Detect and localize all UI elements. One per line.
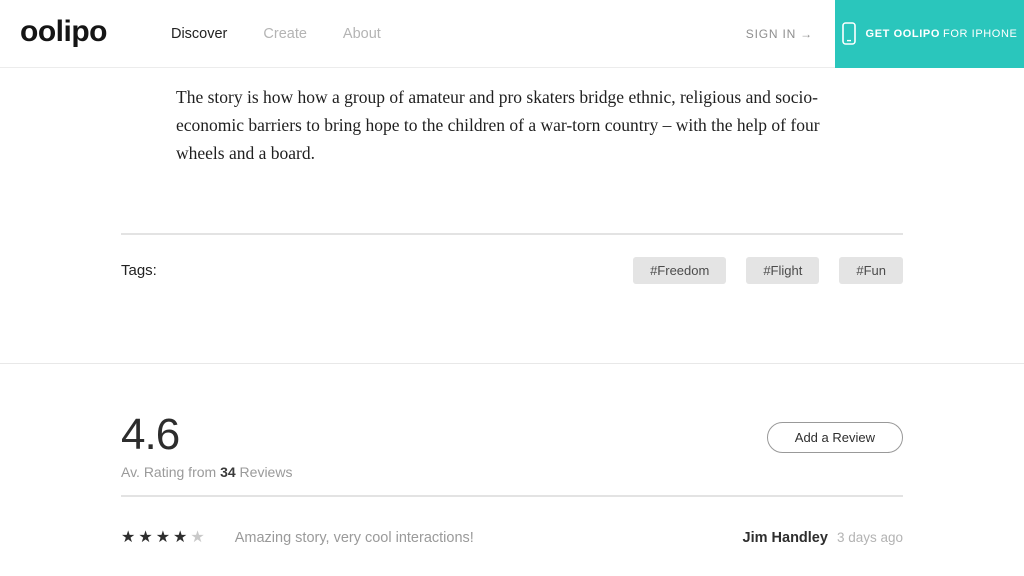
get-oolipo-button[interactable]: GET OOLIPOFOR IPHONE — [835, 0, 1024, 68]
sign-in-link[interactable]: SIGN IN → — [746, 27, 813, 41]
nav-item-about[interactable]: About — [343, 26, 381, 42]
average-rating: 4.6 — [121, 412, 292, 458]
review-row: ★★★★★Amazing story, very cool interactio… — [121, 530, 903, 546]
review-author: Jim Handley — [743, 530, 828, 546]
story-section: The story is how how a group of amateur … — [0, 68, 1024, 363]
reviews-divider — [121, 495, 903, 497]
cta-label: GET OOLIPOFOR IPHONE — [866, 28, 1018, 40]
tags-divider — [121, 233, 903, 235]
tag-pill[interactable]: #Flight — [746, 257, 819, 284]
iphone-icon — [842, 22, 856, 45]
star-filled-icon: ★ — [138, 529, 155, 546]
top-header: oolipo Discover Create About SIGN IN → GET… — [0, 0, 1024, 68]
add-review-button[interactable]: Add a Review — [767, 422, 903, 453]
review-list: ★★★★★Amazing story, very cool interactio… — [121, 530, 903, 546]
nav-item-discover[interactable]: Discover — [171, 26, 227, 42]
main-nav: Discover Create About — [171, 26, 381, 42]
star-filled-icon: ★ — [173, 529, 190, 546]
star-filled-icon: ★ — [121, 529, 138, 546]
nav-item-create[interactable]: Create — [263, 26, 307, 42]
review-time: 3 days ago — [837, 530, 903, 545]
reviews-section: 4.6 Av. Rating from 34 Reviews Add a Rev… — [0, 364, 1024, 546]
star-empty-icon: ★ — [190, 529, 207, 546]
tags-label: Tags: — [121, 262, 157, 279]
review-text: Amazing story, very cool interactions! — [235, 530, 474, 546]
tag-pill[interactable]: #Freedom — [633, 257, 726, 284]
tag-pill[interactable]: #Fun — [839, 257, 903, 284]
tag-list: #Freedom #Flight #Fun — [633, 257, 903, 284]
review-count: 34 — [220, 464, 236, 480]
star-filled-icon: ★ — [156, 529, 173, 546]
star-rating: ★★★★★ — [121, 530, 208, 546]
oolipo-logo[interactable]: oolipo — [20, 17, 107, 51]
rating-block: 4.6 Av. Rating from 34 Reviews — [121, 412, 292, 480]
rating-summary: Av. Rating from 34 Reviews — [121, 464, 292, 480]
story-description: The story is how how a group of amateur … — [176, 83, 828, 167]
